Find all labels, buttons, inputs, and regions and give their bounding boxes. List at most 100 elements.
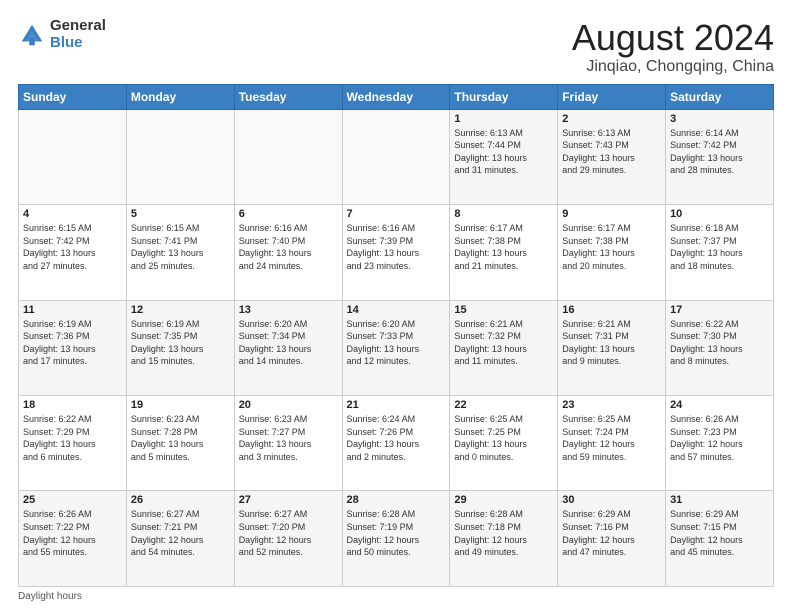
footer-note: Daylight hours: [18, 591, 774, 602]
day-number: 5: [131, 208, 230, 220]
day-info: Sunrise: 6:15 AM Sunset: 7:42 PM Dayligh…: [23, 222, 122, 272]
day-cell: 6 Sunrise: 6:16 AM Sunset: 7:40 PM Daylig…: [234, 205, 342, 300]
day-number: 26: [131, 494, 230, 506]
day-info: Sunrise: 6:23 AM Sunset: 7:28 PM Dayligh…: [131, 413, 230, 463]
logo-general: General: [50, 18, 106, 35]
day-number: 20: [239, 399, 338, 411]
day-cell: 19 Sunrise: 6:23 AM Sunset: 7:28 PM Dayli…: [126, 396, 234, 491]
day-number: 3: [670, 113, 769, 125]
day-info: Sunrise: 6:17 AM Sunset: 7:38 PM Dayligh…: [454, 222, 553, 272]
day-number: 6: [239, 208, 338, 220]
calendar-body: 1 Sunrise: 6:13 AM Sunset: 7:44 PM Daylig…: [19, 109, 774, 586]
day-cell: 11Sunrise: 6:19 AM Sunset: 7:36 PM Dayli…: [19, 300, 127, 395]
day-cell: 31Sunrise: 6:29 AM Sunset: 7:15 PM Dayli…: [666, 491, 774, 587]
day-cell: 29Sunrise: 6:28 AM Sunset: 7:18 PM Dayli…: [450, 491, 558, 587]
day-cell: 10Sunrise: 6:18 AM Sunset: 7:37 PM Dayli…: [666, 205, 774, 300]
day-number: 22: [454, 399, 553, 411]
day-number: 23: [562, 399, 661, 411]
day-cell: 30 Sunrise: 6:29 AM Sunset: 7:16 PM Dayli…: [558, 491, 666, 587]
day-header-monday: Monday: [126, 84, 234, 109]
day-info: Sunrise: 6:15 AM Sunset: 7:41 PM Dayligh…: [131, 222, 230, 272]
day-cell: 2 Sunrise: 6:13 AM Sunset: 7:43 PM Daylig…: [558, 109, 666, 204]
day-number: 21: [347, 399, 446, 411]
day-info: Sunrise: 6:24 AM Sunset: 7:26 PM Dayligh…: [347, 413, 446, 463]
day-number: 15: [454, 304, 553, 316]
day-cell: 25 Sunrise: 6:26 AM Sunset: 7:22 PM Dayli…: [19, 491, 127, 587]
day-cell: 7 Sunrise: 6:16 AM Sunset: 7:39 PM Daylig…: [342, 205, 450, 300]
day-cell: 24Sunrise: 6:26 AM Sunset: 7:23 PM Dayli…: [666, 396, 774, 491]
day-info: Sunrise: 6:13 AM Sunset: 7:44 PM Dayligh…: [454, 127, 553, 177]
day-cell: 12 Sunrise: 6:19 AM Sunset: 7:35 PM Dayli…: [126, 300, 234, 395]
day-info: Sunrise: 6:16 AM Sunset: 7:39 PM Dayligh…: [347, 222, 446, 272]
day-info: Sunrise: 6:17 AM Sunset: 7:38 PM Dayligh…: [562, 222, 661, 272]
day-cell: 21 Sunrise: 6:24 AM Sunset: 7:26 PM Dayli…: [342, 396, 450, 491]
day-number: 30: [562, 494, 661, 506]
week-row-4: 18 Sunrise: 6:22 AM Sunset: 7:29 PM Dayli…: [19, 396, 774, 491]
day-number: 13: [239, 304, 338, 316]
logo: General Blue: [18, 18, 106, 51]
day-info: Sunrise: 6:16 AM Sunset: 7:40 PM Dayligh…: [239, 222, 338, 272]
day-cell: 14 Sunrise: 6:20 AM Sunset: 7:33 PM Dayli…: [342, 300, 450, 395]
day-number: 2: [562, 113, 661, 125]
day-info: Sunrise: 6:29 AM Sunset: 7:15 PM Dayligh…: [670, 508, 769, 558]
header: General Blue August 2024 Jinqiao, Chongq…: [18, 18, 774, 76]
day-cell: 5 Sunrise: 6:15 AM Sunset: 7:41 PM Daylig…: [126, 205, 234, 300]
day-number: 8: [454, 208, 553, 220]
day-number: 12: [131, 304, 230, 316]
day-info: Sunrise: 6:21 AM Sunset: 7:31 PM Dayligh…: [562, 318, 661, 368]
day-number: 17: [670, 304, 769, 316]
day-info: Sunrise: 6:27 AM Sunset: 7:20 PM Dayligh…: [239, 508, 338, 558]
day-header-saturday: Saturday: [666, 84, 774, 109]
day-cell: 17 Sunrise: 6:22 AM Sunset: 7:30 PM Dayli…: [666, 300, 774, 395]
day-header-thursday: Thursday: [450, 84, 558, 109]
day-info: Sunrise: 6:14 AM Sunset: 7:42 PM Dayligh…: [670, 127, 769, 177]
day-number: 14: [347, 304, 446, 316]
day-cell: [342, 109, 450, 204]
day-info: Sunrise: 6:22 AM Sunset: 7:30 PM Dayligh…: [670, 318, 769, 368]
day-info: Sunrise: 6:13 AM Sunset: 7:43 PM Dayligh…: [562, 127, 661, 177]
day-info: Sunrise: 6:20 AM Sunset: 7:34 PM Dayligh…: [239, 318, 338, 368]
day-number: 25: [23, 494, 122, 506]
day-cell: [19, 109, 127, 204]
day-header-tuesday: Tuesday: [234, 84, 342, 109]
day-number: 29: [454, 494, 553, 506]
day-info: Sunrise: 6:21 AM Sunset: 7:32 PM Dayligh…: [454, 318, 553, 368]
day-cell: 26Sunrise: 6:27 AM Sunset: 7:21 PM Dayli…: [126, 491, 234, 587]
day-header-sunday: Sunday: [19, 84, 127, 109]
day-cell: 22Sunrise: 6:25 AM Sunset: 7:25 PM Dayli…: [450, 396, 558, 491]
day-info: Sunrise: 6:29 AM Sunset: 7:16 PM Dayligh…: [562, 508, 661, 558]
day-info: Sunrise: 6:19 AM Sunset: 7:35 PM Dayligh…: [131, 318, 230, 368]
day-number: 19: [131, 399, 230, 411]
day-info: Sunrise: 6:18 AM Sunset: 7:37 PM Dayligh…: [670, 222, 769, 272]
day-number: 11: [23, 304, 122, 316]
page: General Blue August 2024 Jinqiao, Chongq…: [0, 0, 792, 612]
day-cell: 8 Sunrise: 6:17 AM Sunset: 7:38 PM Daylig…: [450, 205, 558, 300]
day-cell: 4 Sunrise: 6:15 AM Sunset: 7:42 PM Daylig…: [19, 205, 127, 300]
main-title: August 2024: [572, 18, 774, 58]
day-info: Sunrise: 6:22 AM Sunset: 7:29 PM Dayligh…: [23, 413, 122, 463]
day-cell: 15 Sunrise: 6:21 AM Sunset: 7:32 PM Dayli…: [450, 300, 558, 395]
calendar-header: SundayMondayTuesdayWednesdayThursdayFrid…: [19, 84, 774, 109]
sub-title: Jinqiao, Chongqing, China: [572, 58, 774, 76]
day-cell: [126, 109, 234, 204]
day-number: 18: [23, 399, 122, 411]
day-number: 9: [562, 208, 661, 220]
week-row-1: 1 Sunrise: 6:13 AM Sunset: 7:44 PM Daylig…: [19, 109, 774, 204]
day-number: 7: [347, 208, 446, 220]
week-row-3: 11Sunrise: 6:19 AM Sunset: 7:36 PM Dayli…: [19, 300, 774, 395]
day-info: Sunrise: 6:28 AM Sunset: 7:19 PM Dayligh…: [347, 508, 446, 558]
day-info: Sunrise: 6:25 AM Sunset: 7:24 PM Dayligh…: [562, 413, 661, 463]
day-info: Sunrise: 6:26 AM Sunset: 7:22 PM Dayligh…: [23, 508, 122, 558]
title-block: August 2024 Jinqiao, Chongqing, China: [572, 18, 774, 76]
day-cell: 16Sunrise: 6:21 AM Sunset: 7:31 PM Dayli…: [558, 300, 666, 395]
day-number: 1: [454, 113, 553, 125]
week-row-5: 25 Sunrise: 6:26 AM Sunset: 7:22 PM Dayli…: [19, 491, 774, 587]
day-info: Sunrise: 6:20 AM Sunset: 7:33 PM Dayligh…: [347, 318, 446, 368]
day-cell: 13 Sunrise: 6:20 AM Sunset: 7:34 PM Dayli…: [234, 300, 342, 395]
day-cell: [234, 109, 342, 204]
day-cell: 23 Sunrise: 6:25 AM Sunset: 7:24 PM Dayli…: [558, 396, 666, 491]
day-number: 4: [23, 208, 122, 220]
week-row-2: 4 Sunrise: 6:15 AM Sunset: 7:42 PM Daylig…: [19, 205, 774, 300]
day-cell: 18 Sunrise: 6:22 AM Sunset: 7:29 PM Dayli…: [19, 396, 127, 491]
day-info: Sunrise: 6:26 AM Sunset: 7:23 PM Dayligh…: [670, 413, 769, 463]
